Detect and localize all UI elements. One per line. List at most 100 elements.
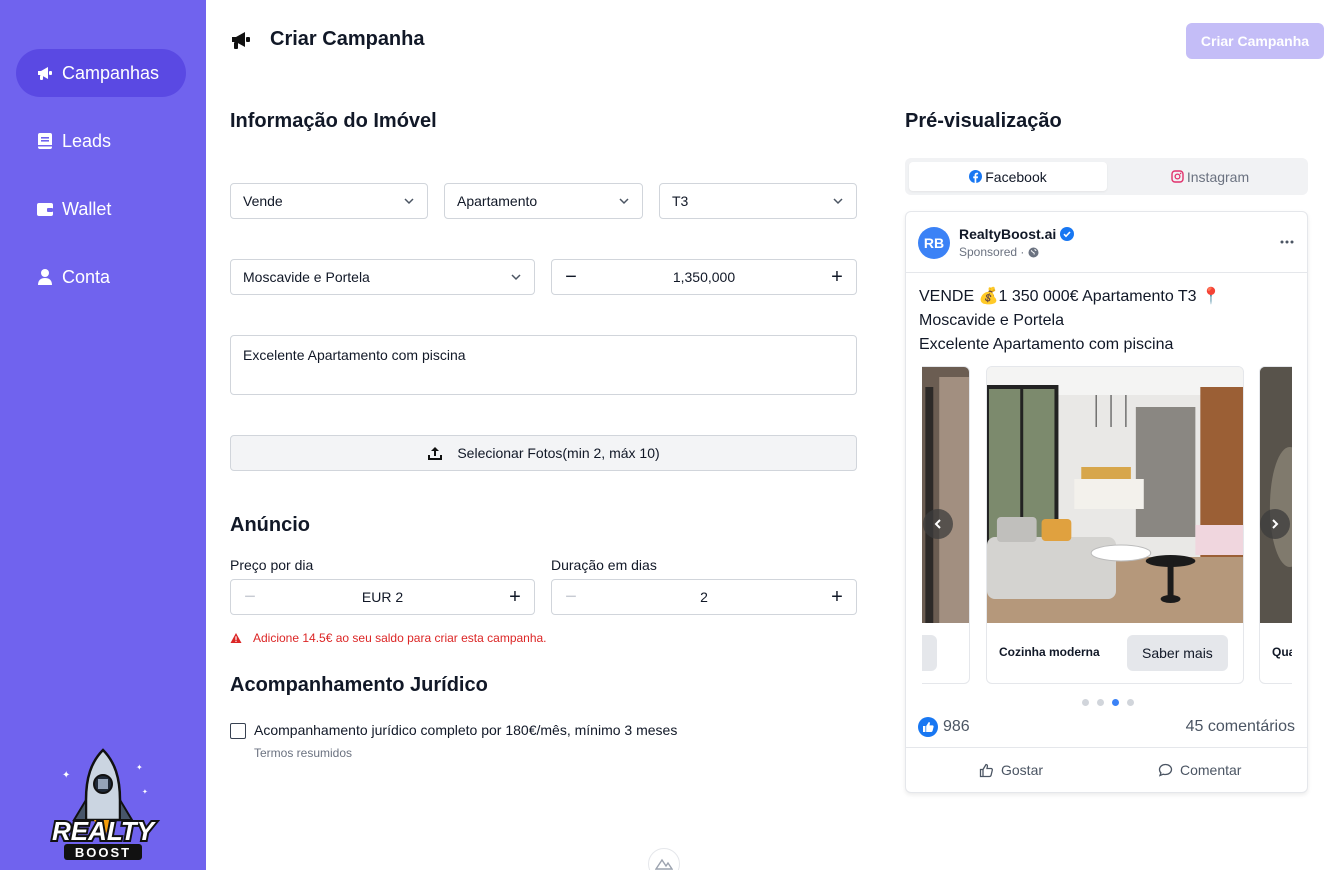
carousel-slide-current[interactable]: Cozinha moderna Saber mais xyxy=(986,366,1244,684)
typology-select[interactable]: T3 xyxy=(659,183,857,219)
sidebar-item-conta[interactable]: Conta xyxy=(16,253,186,301)
book-icon xyxy=(36,132,54,150)
typology-value: T3 xyxy=(672,193,689,209)
comment-count[interactable]: 45 comentários xyxy=(1186,718,1295,736)
carousel-dot[interactable] xyxy=(1097,699,1104,706)
chevron-down-icon xyxy=(511,274,521,281)
facebook-post-preview: RB RealtyBoost.ai Sponsored · VENDE 💰1 3… xyxy=(905,211,1308,793)
facebook-icon xyxy=(969,170,983,183)
slide-caption: Qua xyxy=(1272,645,1292,659)
thumbs-up-icon xyxy=(979,763,994,778)
chevron-down-icon xyxy=(833,198,843,205)
like-button-label: Gostar xyxy=(1001,762,1044,778)
post-text-line1: VENDE 💰1 350 000€ Apartamento T3 📍 xyxy=(919,288,1221,305)
svg-text:✦: ✦ xyxy=(142,788,148,796)
chevron-down-icon xyxy=(619,198,629,205)
property-type-value: Apartamento xyxy=(457,193,538,209)
living-room-photo xyxy=(987,367,1243,623)
minus-icon[interactable]: − xyxy=(231,580,269,614)
price-per-day-stepper[interactable]: − EUR 2 + xyxy=(230,579,535,615)
like-button[interactable]: Gostar xyxy=(979,762,1043,778)
description-textarea[interactable]: Excelente Apartamento com piscina xyxy=(230,335,857,395)
tab-facebook[interactable]: Facebook xyxy=(909,162,1107,191)
sponsored-label: Sponsored · xyxy=(959,245,1039,259)
terms-link[interactable]: Termos resumidos xyxy=(254,746,352,760)
slide-caption: Cozinha moderna xyxy=(999,645,1100,659)
page-title: Criar Campanha xyxy=(270,28,425,50)
svg-text:✦: ✦ xyxy=(136,763,143,772)
plus-icon[interactable]: + xyxy=(496,580,534,614)
duration-value[interactable]: 2 xyxy=(590,589,818,605)
instagram-icon xyxy=(1171,170,1184,183)
chevron-down-icon xyxy=(404,198,414,205)
page-name: RealtyBoost.ai xyxy=(959,226,1075,242)
mountain-icon[interactable] xyxy=(648,848,680,870)
minus-icon[interactable]: − xyxy=(552,260,590,294)
select-photos-label: Selecionar Fotos(min 2, máx 10) xyxy=(457,445,660,461)
carousel-dot-active[interactable] xyxy=(1112,699,1119,706)
preview-tabs: Facebook Instagram xyxy=(905,158,1308,195)
legal-checkbox-label[interactable]: Acompanhamento jurídico completo por 180… xyxy=(254,722,677,738)
like-count: 986 xyxy=(918,717,970,737)
room-photo xyxy=(922,367,969,623)
property-section-title: Informação do Imóvel xyxy=(230,110,437,132)
post-text-line3: Excelente Apartamento com piscina xyxy=(919,336,1174,353)
divider xyxy=(906,747,1307,748)
sponsored-text: Sponsored · xyxy=(959,245,1025,259)
comment-icon xyxy=(1158,763,1173,778)
upload-icon xyxy=(427,445,443,461)
tab-label: Instagram xyxy=(1186,168,1250,185)
user-icon xyxy=(36,268,54,286)
sidebar-item-campanhas[interactable]: Campanhas xyxy=(16,49,186,97)
price-value[interactable]: 1,350,000 xyxy=(590,269,818,285)
page-name-text: RealtyBoost.ai xyxy=(959,226,1057,242)
price-per-day-label: Preço por dia xyxy=(230,557,314,573)
megaphone-icon xyxy=(36,64,54,82)
carousel-dot[interactable] xyxy=(1127,699,1134,706)
plus-icon[interactable]: + xyxy=(818,580,856,614)
chevron-left-icon xyxy=(934,519,941,529)
balance-error-text: Adicione 14.5€ ao seu saldo para criar e… xyxy=(253,631,547,645)
property-type-select[interactable]: Apartamento xyxy=(444,183,643,219)
duration-stepper[interactable]: − 2 + xyxy=(551,579,857,615)
like-reaction-icon xyxy=(918,717,938,737)
select-photos-button[interactable]: Selecionar Fotos(min 2, máx 10) xyxy=(230,435,857,471)
carousel-dots xyxy=(1082,699,1142,706)
location-value: Moscavide e Portela xyxy=(243,269,370,285)
learn-more-button[interactable]: Saber mais xyxy=(1127,635,1228,671)
sidebar-item-wallet[interactable]: Wallet xyxy=(16,185,186,233)
ad-section-title: Anúncio xyxy=(230,514,310,536)
price-stepper[interactable]: − 1,350,000 + xyxy=(551,259,857,295)
carousel-prev-button[interactable] xyxy=(923,509,953,539)
transaction-select[interactable]: Vende xyxy=(230,183,428,219)
sidebar-item-label: Conta xyxy=(62,266,111,287)
legal-checkbox[interactable] xyxy=(230,723,246,739)
megaphone-icon xyxy=(230,29,252,51)
avatar: RB xyxy=(918,227,950,259)
price-per-day-value[interactable]: EUR 2 xyxy=(269,589,496,605)
realty-boost-logo: ✦ ✦ ✦ REALTY BOOST xyxy=(36,748,170,864)
divider xyxy=(906,272,1307,273)
transaction-value: Vende xyxy=(243,193,283,209)
sidebar-item-leads[interactable]: Leads xyxy=(16,117,186,165)
comment-button-label: Comentar xyxy=(1180,762,1242,778)
tab-instagram[interactable]: Instagram xyxy=(1111,162,1309,191)
carousel-next-button[interactable] xyxy=(1260,509,1290,539)
more-options-icon[interactable] xyxy=(1279,234,1295,250)
sidebar-item-label: Leads xyxy=(62,130,112,151)
location-select[interactable]: Moscavide e Portela xyxy=(230,259,535,295)
sidebar-item-label: Wallet xyxy=(62,198,112,219)
comment-button[interactable]: Comentar xyxy=(1158,762,1241,778)
carousel-dot[interactable] xyxy=(1082,699,1089,706)
preview-section-title: Pré-visualização xyxy=(905,110,1062,132)
chevron-right-icon xyxy=(1272,519,1279,529)
minus-icon[interactable]: − xyxy=(552,580,590,614)
globe-icon xyxy=(1028,247,1039,258)
learn-more-button[interactable]: ais xyxy=(922,635,937,671)
balance-error: Adicione 14.5€ ao seu saldo para criar e… xyxy=(230,631,547,645)
legal-section-title: Acompanhamento Jurídico xyxy=(230,674,488,696)
sidebar-item-label: Campanhas xyxy=(62,62,160,83)
create-campaign-button[interactable]: Criar Campanha xyxy=(1186,23,1324,59)
plus-icon[interactable]: + xyxy=(818,260,856,294)
sidebar: Campanhas Leads Wallet Conta ✦ ✦ ✦ REALT… xyxy=(0,0,206,870)
